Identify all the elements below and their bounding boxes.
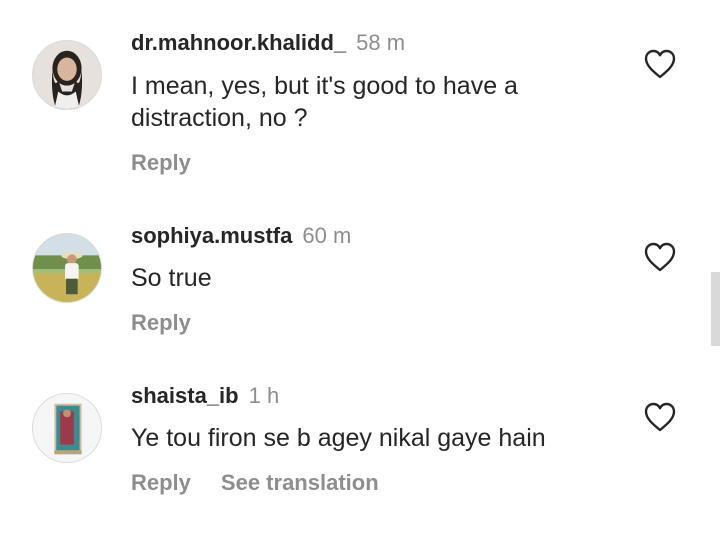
comment-meta: dr.mahnoor.khalidd_ 58 m: [131, 30, 405, 56]
comment-actions: Reply: [131, 150, 191, 176]
reply-button[interactable]: Reply: [131, 470, 191, 495]
like-button[interactable]: [643, 401, 677, 433]
comment-meta: shaista_ib 1 h: [131, 383, 279, 409]
comment-text: Ye tou firon se b agey nikal gaye hain: [131, 424, 546, 452]
avatar[interactable]: [32, 40, 102, 110]
reply-button[interactable]: Reply: [131, 150, 191, 175]
avatar[interactable]: [32, 233, 102, 303]
timestamp: 1 h: [248, 383, 280, 408]
comment-meta: sophiya.mustfa 60 m: [131, 223, 351, 249]
heart-outline-icon: [644, 402, 676, 432]
username-link[interactable]: sophiya.mustfa: [131, 223, 292, 248]
username-link[interactable]: dr.mahnoor.khalidd_: [131, 30, 346, 55]
heart-outline-icon: [644, 242, 676, 272]
scrollbar[interactable]: [711, 272, 720, 346]
avatar[interactable]: [32, 393, 102, 463]
comment-text: So true: [131, 264, 212, 292]
timestamp: 58 m: [356, 30, 406, 55]
timestamp: 60 m: [302, 223, 352, 248]
heart-outline-icon: [644, 49, 676, 79]
comment-actions: Reply See translation: [131, 470, 379, 496]
reply-button[interactable]: Reply: [131, 310, 191, 335]
comment-text: I mean, yes, but it's good to have a dis…: [131, 72, 518, 132]
username-link[interactable]: shaista_ib: [131, 383, 239, 408]
like-button[interactable]: [643, 241, 677, 273]
comment-actions: Reply: [131, 310, 191, 336]
like-button[interactable]: [643, 48, 677, 80]
see-translation-button[interactable]: See translation: [221, 470, 379, 495]
